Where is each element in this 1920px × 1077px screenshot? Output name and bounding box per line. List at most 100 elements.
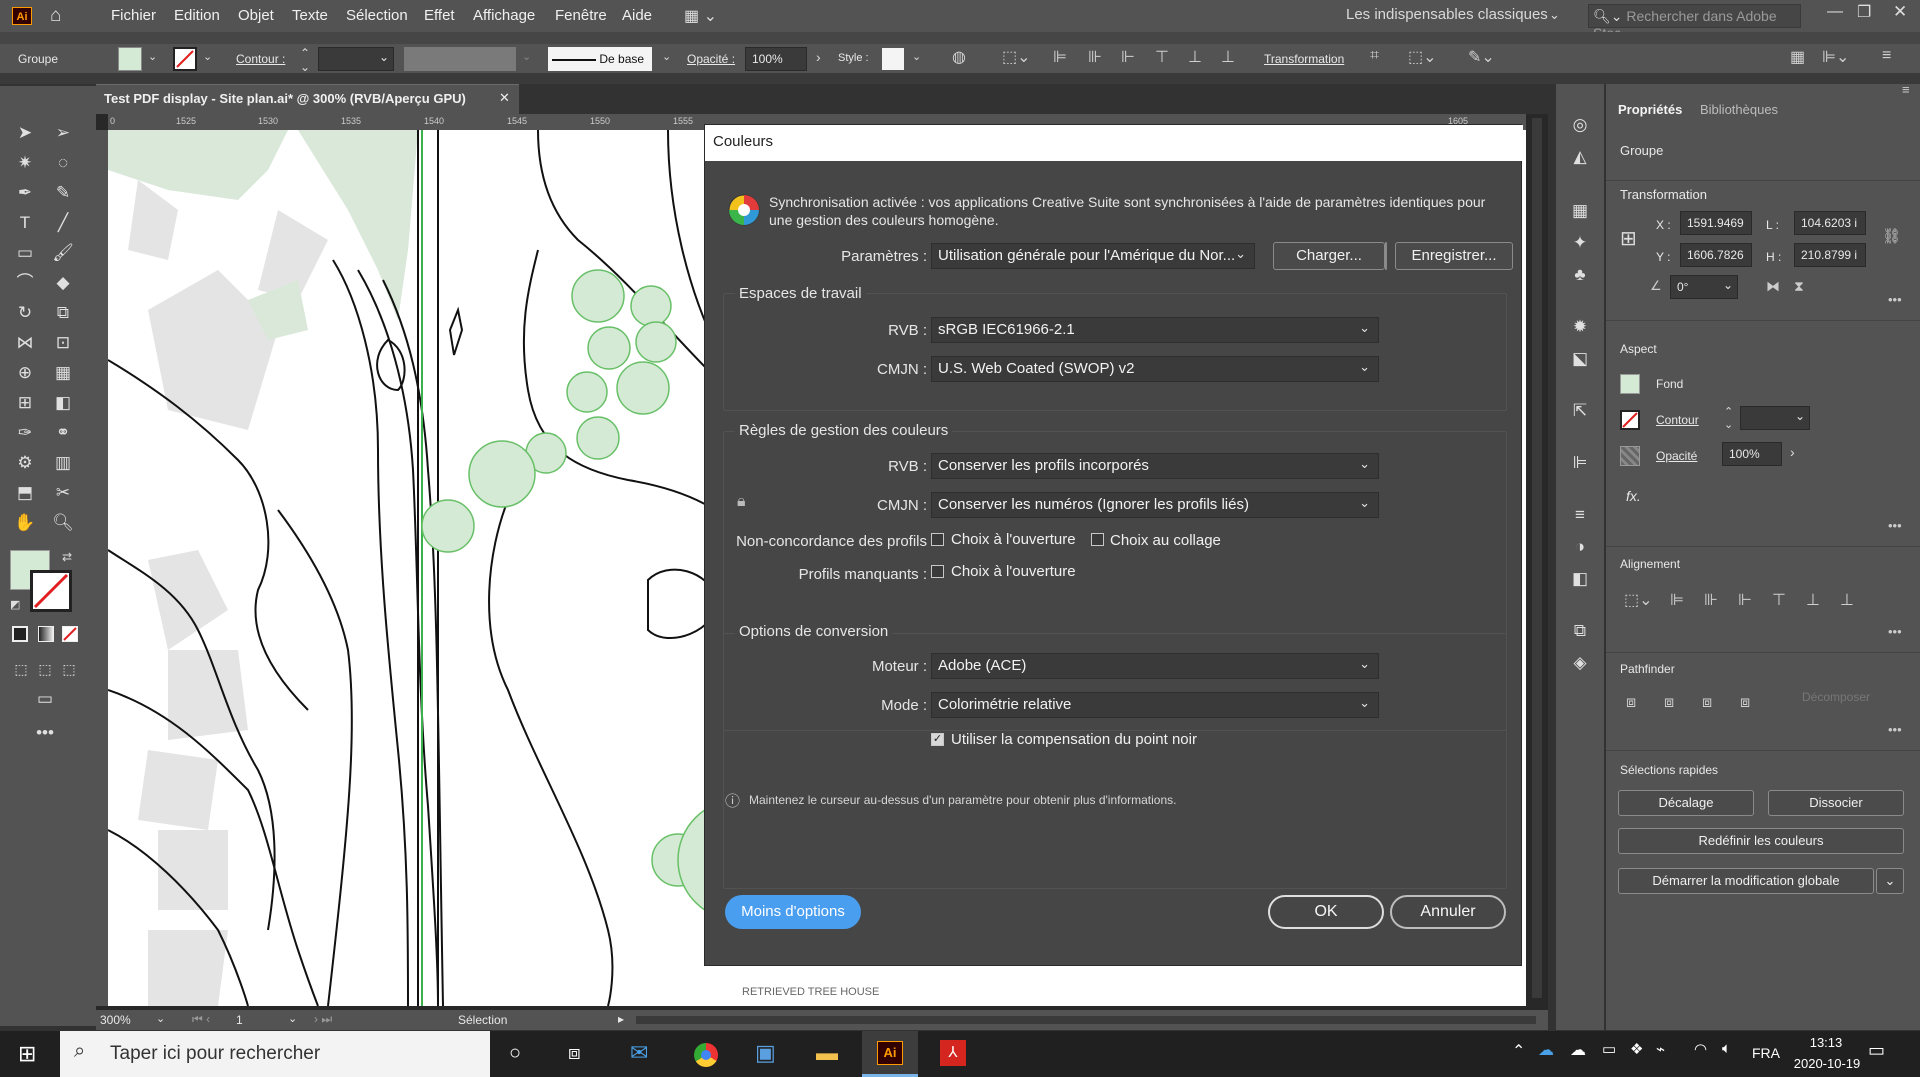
align-bottom-icon[interactable]: ⊥ xyxy=(1840,590,1854,610)
mismatch-open-checkbox[interactable] xyxy=(931,533,944,546)
policy-cmyk-select[interactable]: Conserver les numéros (Ignorer les profi… xyxy=(931,492,1379,518)
artboard-tool-icon[interactable]: ⬒ xyxy=(14,482,36,504)
distribute-icon[interactable]: ⊫⌄ xyxy=(1822,47,1849,67)
close-tab-icon[interactable]: ✕ xyxy=(499,90,510,106)
blend-tool-icon[interactable]: ⚭ xyxy=(52,422,74,444)
stroke-chevron-icon[interactable]: ⌄ xyxy=(203,50,212,63)
symbol-sprayer-icon[interactable]: ⚙ xyxy=(14,452,36,474)
clock-time[interactable]: 13:13 xyxy=(1789,1035,1863,1050)
align-vcenter-icon[interactable]: ⊥ xyxy=(1806,590,1820,610)
artboard-chevron-icon[interactable]: ⌄ xyxy=(288,1012,297,1025)
export-icon[interactable]: ⇱ xyxy=(1569,400,1591,422)
mail-icon[interactable]: ✉ xyxy=(630,1040,648,1066)
settings-select[interactable]: Utilisation générale pour l'Amérique du … xyxy=(931,243,1255,269)
rotate-tool-icon[interactable]: ↻ xyxy=(14,302,36,324)
direct-selection-tool-icon[interactable]: ➢ xyxy=(52,122,74,144)
ok-button[interactable]: OK xyxy=(1268,895,1384,929)
brush-chevron-icon[interactable]: ⌄ xyxy=(662,50,671,63)
policy-rgb-select[interactable]: Conserver les profils incorporés ⌄ xyxy=(931,453,1379,479)
home-icon[interactable]: ⌂ xyxy=(50,5,61,27)
align-panel-icon[interactable]: ⊫ xyxy=(1569,452,1591,474)
magic-wand-icon[interactable]: ✷ xyxy=(14,152,36,174)
fewer-options-button[interactable]: Moins d'options xyxy=(725,895,861,929)
shaper-tool-icon[interactable]: ⌒ xyxy=(14,272,36,294)
working-rgb-select[interactable]: sRGB IEC61966-2.1 ⌄ xyxy=(931,317,1379,343)
align-to-icon[interactable]: ⬚⌄ xyxy=(1002,47,1031,67)
draw-normal-icon[interactable]: ⬚ xyxy=(10,658,32,680)
color-mode-icon[interactable] xyxy=(12,626,28,642)
task-view-icon[interactable]: ○ xyxy=(509,1042,521,1065)
perspective-grid-icon[interactable]: ▦ xyxy=(52,362,74,384)
slice-tool-icon[interactable]: ✂ xyxy=(52,482,74,504)
menu-texte[interactable]: Texte xyxy=(292,7,328,24)
width-field[interactable]: 104.6203 i xyxy=(1794,211,1866,235)
flip-horizontal-icon[interactable]: ⧓ xyxy=(1766,278,1780,295)
none-mode-icon[interactable] xyxy=(62,626,78,642)
recolor-button[interactable]: Redéfinir les couleurs xyxy=(1618,828,1904,854)
width-tool-icon[interactable]: ⋈ xyxy=(14,332,36,354)
workspace-switcher[interactable]: Les indispensables classiques xyxy=(1346,6,1548,23)
align-top-icon[interactable]: ⊤ xyxy=(1772,590,1786,610)
align-right-icon[interactable]: ⊩ xyxy=(1738,590,1752,610)
stroke-swatch[interactable] xyxy=(173,47,197,71)
workspace-chevron-icon[interactable]: ⌄ xyxy=(1549,7,1560,23)
opacity-field[interactable]: 100% xyxy=(745,47,807,71)
isolate-icon[interactable]: ⌗ xyxy=(1370,47,1379,65)
wifi-icon[interactable]: ◠ xyxy=(1694,1040,1707,1058)
stroke-panel-icon[interactable]: ≡ xyxy=(1569,504,1591,526)
align-left-icon[interactable]: ⊫ xyxy=(1670,590,1684,610)
cloud-icon[interactable]: ☁ xyxy=(1570,1040,1586,1060)
tab-properties[interactable]: Propriétés xyxy=(1618,102,1682,117)
menu-aide[interactable]: Aide xyxy=(622,7,652,24)
clock-date[interactable]: 2020-10-19 xyxy=(1775,1056,1879,1071)
control-menu-icon[interactable]: ≡ xyxy=(1882,47,1891,65)
transform-link[interactable]: Transformation xyxy=(1264,52,1344,66)
screen-mode-icon[interactable]: ▭ xyxy=(34,688,56,710)
mismatch-paste-checkbox[interactable] xyxy=(1091,533,1104,546)
more-aspect-icon[interactable]: ••• xyxy=(1888,518,1902,533)
panel-menu-icon[interactable]: ≡ xyxy=(1902,82,1910,97)
gradient-panel-icon[interactable]: ◧ xyxy=(1569,568,1591,590)
paintbrush-tool-icon[interactable]: 🖌︎ xyxy=(52,242,74,264)
fill-swatch[interactable] xyxy=(1620,374,1640,394)
illustrator-taskbar-button[interactable]: Ai xyxy=(862,1031,918,1077)
stroke-color-box[interactable] xyxy=(30,570,72,612)
opacity-arrow-icon[interactable]: › xyxy=(1790,444,1795,460)
file-explorer-icon[interactable]: ▬ xyxy=(816,1040,838,1066)
brush-definition[interactable]: De base xyxy=(548,47,652,71)
align-hcenter-icon[interactable]: ⊪ xyxy=(1704,590,1718,610)
draw-behind-icon[interactable]: ⬚ xyxy=(34,658,56,680)
artboards-icon[interactable]: ⧉ xyxy=(1569,620,1591,642)
constrain-proportions-icon[interactable]: ⛓ xyxy=(1882,227,1901,245)
engine-select[interactable]: Adobe (ACE) ⌄ xyxy=(931,653,1379,679)
align-bottom-icon[interactable]: ⊥ xyxy=(1221,47,1235,67)
opacity-arrow-icon[interactable]: › xyxy=(816,49,821,65)
style-chevron-icon[interactable]: ⌄ xyxy=(912,50,921,63)
opacity-field[interactable]: 100% xyxy=(1722,442,1782,466)
eraser-tool-icon[interactable]: ◆ xyxy=(52,272,74,294)
swap-colors-icon[interactable]: ⇄ xyxy=(62,550,72,564)
eyedropper-icon[interactable]: ✑ xyxy=(14,422,36,444)
align-right-icon[interactable]: ⊩ xyxy=(1121,47,1135,67)
unite-icon[interactable]: ⧈ xyxy=(1626,694,1636,712)
vertical-scrollbar[interactable] xyxy=(1532,118,1542,998)
onedrive-icon[interactable]: ☁ xyxy=(1538,1040,1554,1060)
more-pathfinder-icon[interactable]: ••• xyxy=(1888,722,1902,737)
tab-libraries[interactable]: Bibliothèques xyxy=(1700,102,1778,117)
navigator-icon[interactable]: ◎ xyxy=(1569,114,1591,136)
brushes-icon[interactable]: ✦ xyxy=(1569,232,1591,254)
flip-vertical-icon[interactable]: ⧗ xyxy=(1794,278,1804,295)
working-cmyk-select[interactable]: U.S. Web Coated (SWOP) v2 ⌄ xyxy=(931,356,1379,382)
stock-search-input[interactable]: 🔍︎⌄ Rechercher dans Adobe Stoc xyxy=(1588,4,1801,41)
menu-affichage[interactable]: Affichage xyxy=(473,7,535,24)
missing-open-checkbox[interactable] xyxy=(931,565,944,578)
minus-front-icon[interactable]: ⧈ xyxy=(1664,694,1674,712)
artboard-number[interactable]: 1 xyxy=(236,1013,243,1027)
arrange-documents-icon[interactable]: ▦ ⌄ xyxy=(684,6,717,26)
default-colors-icon[interactable]: ◩ xyxy=(10,598,20,611)
align-left-icon[interactable]: ⊫ xyxy=(1053,47,1067,67)
hidden-icons-chevron[interactable]: ⌃ xyxy=(1512,1041,1525,1061)
selection-tool-icon[interactable]: ➤ xyxy=(14,122,36,144)
free-transform-icon[interactable]: ⊡ xyxy=(52,332,74,354)
opacity-label[interactable]: Opacité : xyxy=(687,52,735,66)
